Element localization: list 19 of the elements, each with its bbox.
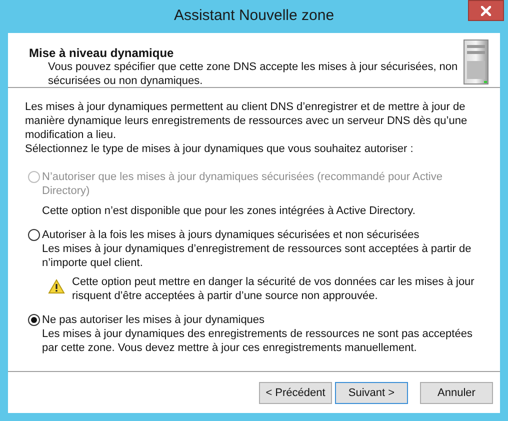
window-title: Assistant Nouvelle zone <box>174 7 334 25</box>
option-description: Les mises à jour dynamiques d’enregistrement de ressources sont acceptées à partir de n’importe quel client. <box>42 242 472 270</box>
page-title: Mise à niveau dynamique <box>29 46 175 60</box>
wizard-button[interactable]: < Précédent <box>259 382 332 404</box>
radio-button[interactable] <box>28 229 40 241</box>
intro-text: Les mises à jour dynamiques permettent au client DNS d’enregistrer et de mettre à jour de manière dynamique leurs enregistrements de ressources avec un serveur DNS dès qu’une modification a lieu. <box>25 100 468 142</box>
intro-text: Sélectionnez le type de mises à jour dynamiques que vous souhaitez autoriser : <box>25 142 414 156</box>
option-label[interactable]: Autoriser à la fois les mises à jours dynamiques sécurisées et non sécurisées <box>42 228 482 242</box>
wizard-button[interactable]: Annuler <box>420 382 493 404</box>
option-description: Cette option n’est disponible que pour les zones intégrées à Active Directory. <box>42 204 416 218</box>
radio-button[interactable] <box>28 314 40 326</box>
warning-icon <box>48 279 65 294</box>
warning-text: Cette option peut mettre en danger la sécurité de vos données car les mises à jour risquent d’être acceptées à partir d’une source non approuvée. <box>72 275 476 303</box>
close-icon <box>481 6 491 16</box>
option-description: Les mises à jour dynamiques des enregistrements de ressources ne sont pas acceptées par cette zone. Vous devez mettre à jour ces enregistrements manuellement. <box>42 327 474 355</box>
option-label[interactable]: Ne pas autoriser les mises à jour dynamiques <box>42 313 482 327</box>
close-button[interactable] <box>468 0 504 21</box>
wizard-button[interactable]: Suivant > <box>335 382 408 404</box>
page-subtitle: Vous pouvez spécifier que cette zone DNS accepte les mises à jour sécurisées, non sécurisées ou non dynamiques. <box>47 60 459 88</box>
